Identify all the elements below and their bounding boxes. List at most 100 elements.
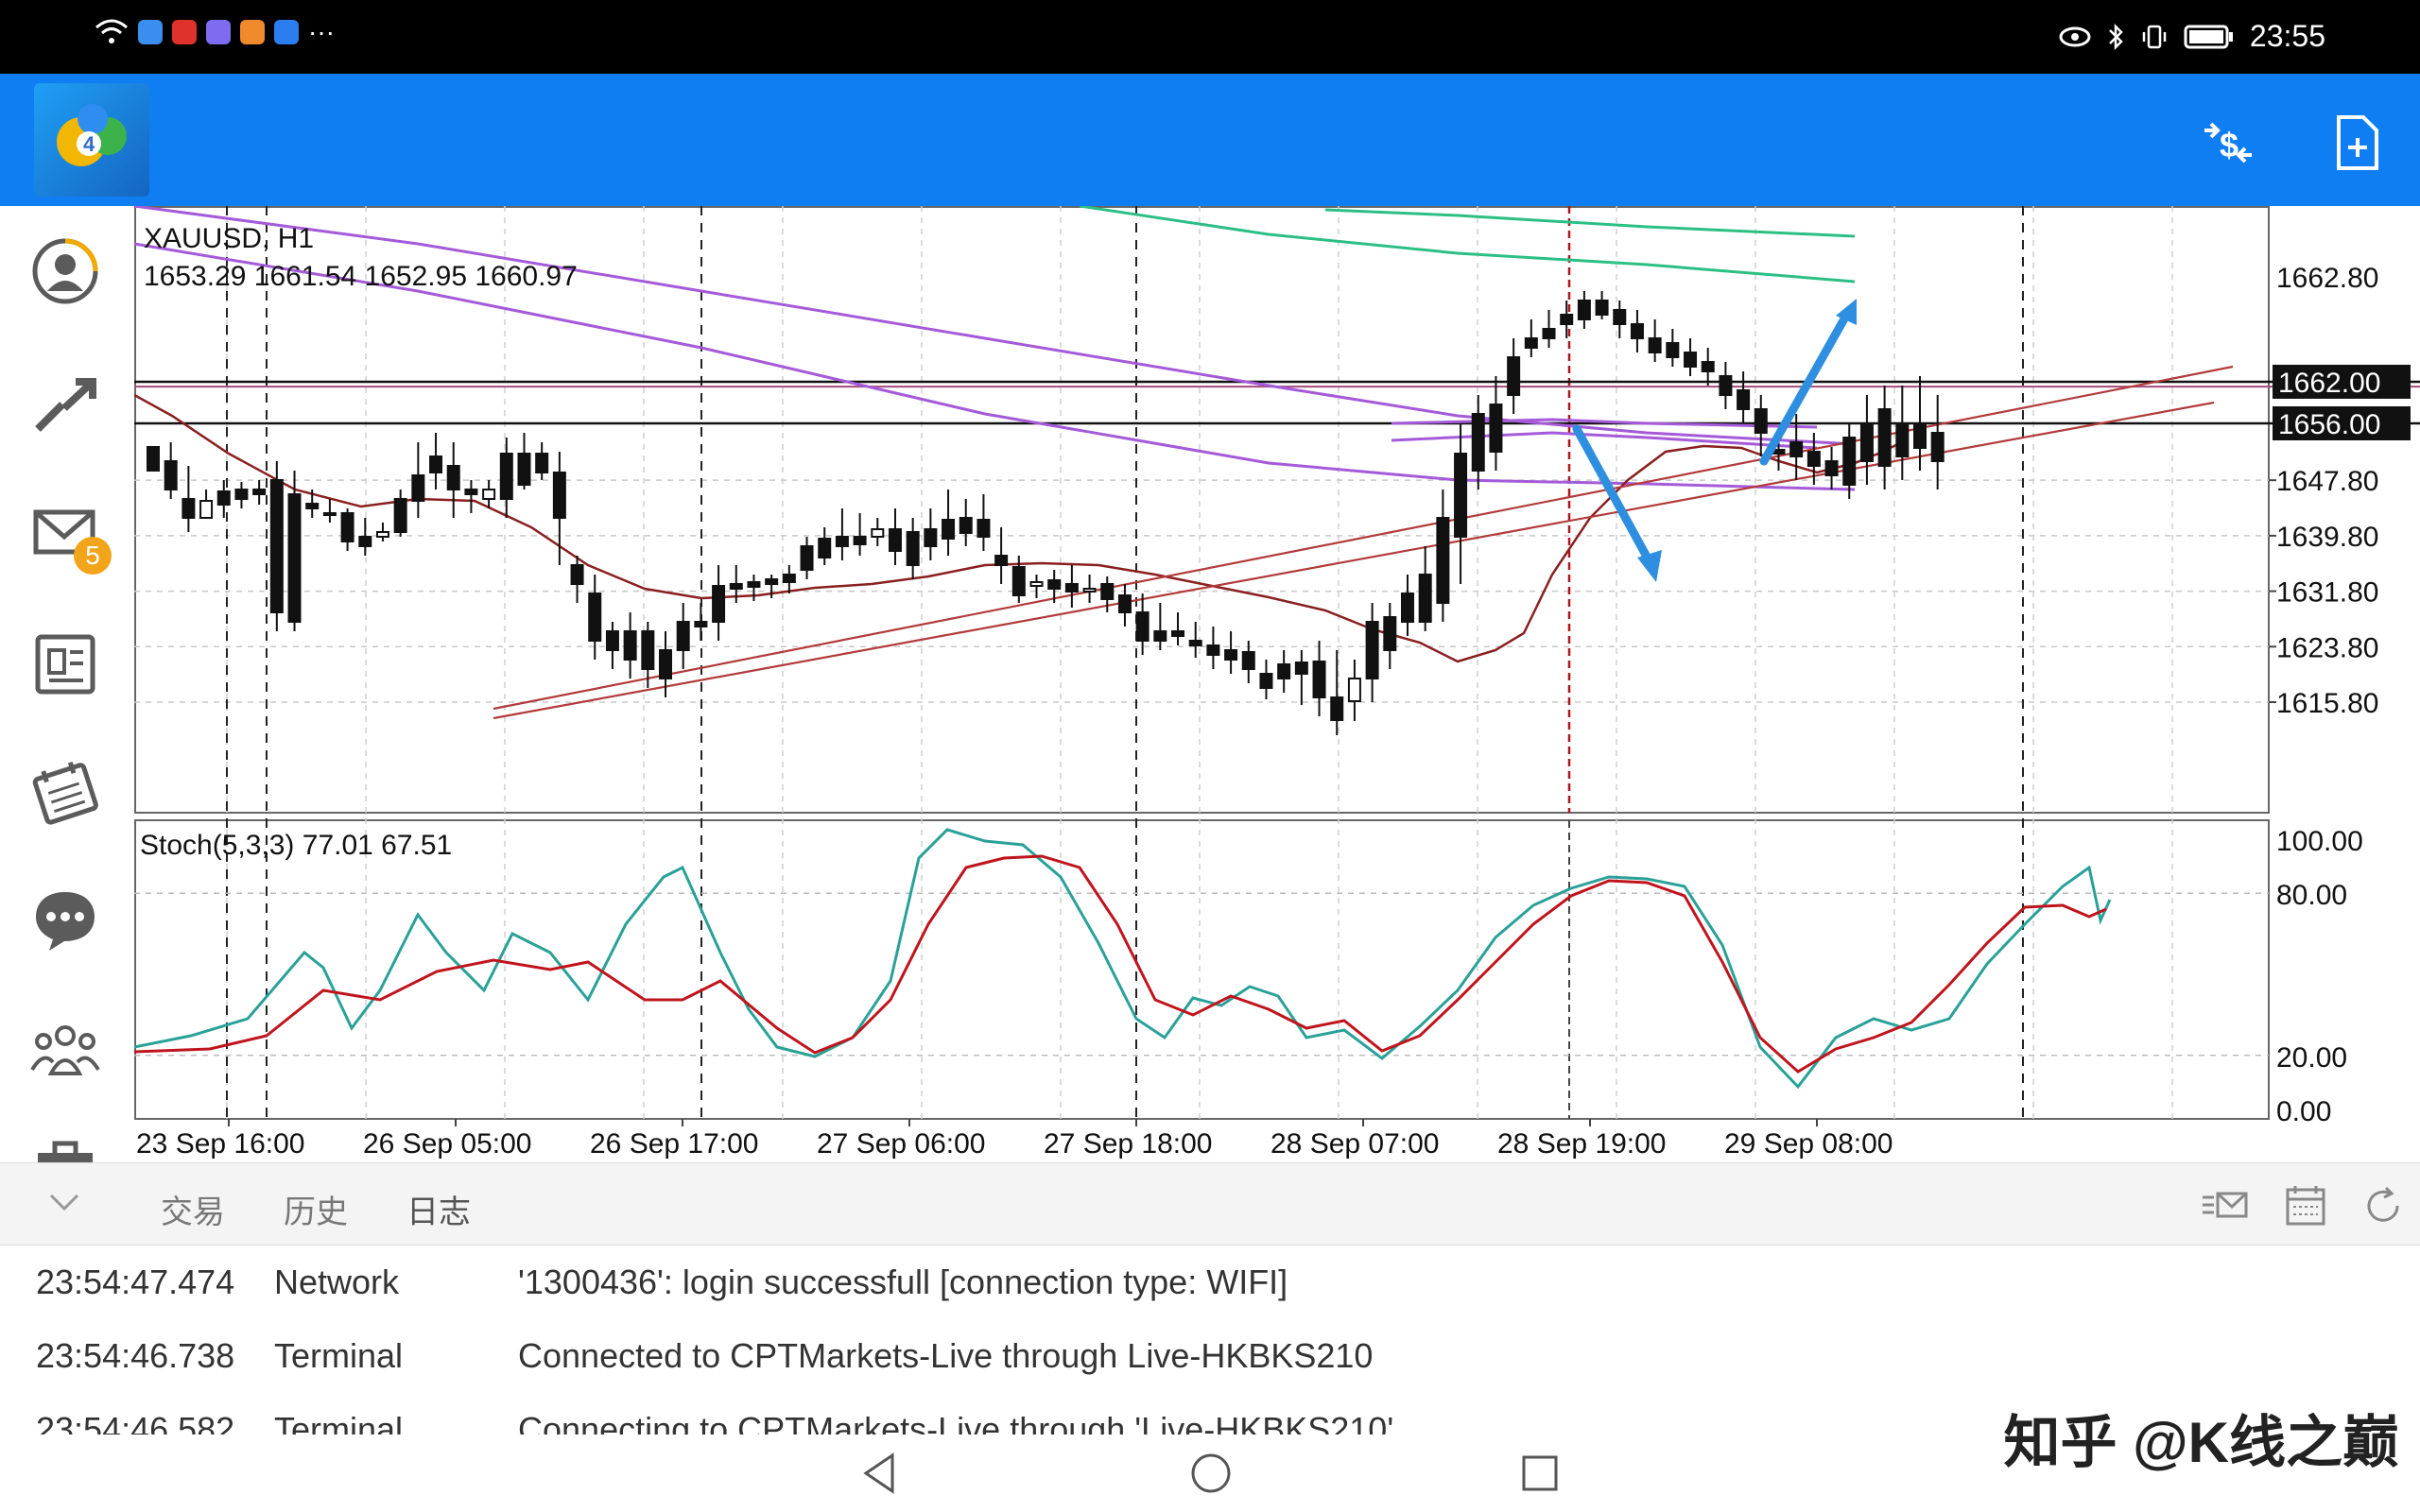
bluetooth-icon	[2109, 23, 2123, 50]
candle-body	[147, 446, 160, 472]
time-axis-label: 27 Sep 18:00	[1044, 1128, 1213, 1160]
tab-history[interactable]: 历史	[284, 1186, 348, 1232]
candle-body	[1754, 408, 1768, 434]
candle-body	[164, 460, 178, 490]
community-icon[interactable]	[30, 1013, 100, 1083]
sidebar: 5	[0, 206, 132, 1162]
candle-body	[1117, 594, 1132, 613]
candle-body	[305, 503, 320, 509]
candle-body	[1224, 649, 1238, 661]
candle-body	[216, 490, 231, 506]
new-order-icon[interactable]	[2324, 110, 2390, 176]
candle-body	[1701, 361, 1715, 372]
candle-body	[712, 585, 726, 623]
music-icon	[206, 20, 231, 44]
chart-area[interactable]: XAUUSD, H1 1653.29 1661.54 1652.95 1660.9…	[133, 204, 2420, 1162]
candle-body	[1913, 422, 1927, 449]
candle-body	[1577, 300, 1591, 320]
stoch-axis-label: 0.00	[2276, 1096, 2331, 1127]
candle-body	[1188, 640, 1202, 646]
candle-body	[1383, 616, 1397, 651]
candle-body	[1824, 460, 1839, 476]
candle-body	[1806, 451, 1821, 467]
candle-body	[446, 465, 460, 490]
candle-body	[1365, 621, 1379, 679]
candle-body	[375, 531, 389, 538]
candle-body	[1666, 342, 1680, 358]
candle-body	[1737, 389, 1751, 410]
time-axis-label: 28 Sep 07:00	[1270, 1128, 1440, 1160]
chat-icon[interactable]	[30, 885, 100, 954]
list-item[interactable]: 23:54:46.738 Terminal Connected to CPTMa…	[0, 1319, 2420, 1393]
back-icon[interactable]	[856, 1450, 904, 1497]
time-axis-label: 29 Sep 08:00	[1724, 1128, 1893, 1160]
candle-body	[464, 489, 478, 495]
candle-body	[411, 474, 425, 502]
toolbox-icon[interactable]	[30, 1136, 100, 1162]
vibrate-icon	[2142, 25, 2167, 48]
candle-body	[1471, 413, 1485, 472]
candle-body	[1259, 673, 1273, 689]
video-icon	[240, 20, 265, 44]
price-tag-label: 1656.00	[2278, 409, 2380, 440]
tab-trade[interactable]: 交易	[161, 1186, 225, 1232]
calendar-log-icon[interactable]	[2282, 1182, 2329, 1229]
collapse-chevron-icon[interactable]	[45, 1188, 83, 1216]
tab-journal[interactable]: 日志	[406, 1186, 471, 1232]
candle-body	[1171, 630, 1185, 637]
stoch-axis-label: 100.00	[2276, 826, 2363, 857]
candle-body	[1029, 581, 1044, 587]
candle-body	[800, 545, 814, 571]
more-notifications: ···	[308, 17, 335, 46]
refresh-icon[interactable]	[2360, 1182, 2407, 1229]
battery-icon	[2184, 25, 2233, 48]
candle-body	[1630, 323, 1644, 339]
candle-body	[252, 489, 267, 495]
candle-body	[1895, 422, 1910, 457]
candle-body	[234, 489, 249, 500]
watermark: 知乎 @K线之巅	[2003, 1411, 2399, 1474]
list-item[interactable]: 23:54:47.474 Network '1300436': login su…	[0, 1246, 2420, 1319]
candle-body	[1206, 644, 1220, 656]
recent-apps-icon[interactable]	[1516, 1450, 1564, 1497]
candle-body	[818, 538, 832, 558]
candle-body	[1859, 422, 1874, 462]
candle-body	[1330, 696, 1344, 721]
candle-body	[694, 621, 708, 627]
price-chart[interactable]: XAUUSD, H1 1653.29 1661.54 1652.95 1660.9…	[133, 204, 2420, 1162]
log-source: Terminal	[274, 1336, 404, 1375]
candle-body	[1400, 593, 1414, 623]
metatrader-logo[interactable]: 4	[34, 83, 149, 197]
candle-body	[906, 531, 920, 566]
candle-body	[1489, 404, 1503, 453]
news-icon[interactable]	[30, 629, 100, 699]
home-icon[interactable]	[1187, 1450, 1235, 1497]
calendar-icon[interactable]	[30, 758, 100, 828]
price-axis-label: 1615.80	[2276, 688, 2378, 719]
mail-log-icon[interactable]	[2201, 1182, 2248, 1229]
eye-icon	[2059, 26, 2091, 46]
cloud-icon	[138, 20, 163, 44]
candle-body	[782, 574, 796, 583]
mail-badge-count: 5	[85, 541, 100, 570]
candle-body	[517, 453, 531, 486]
price-axis-label: 1647.80	[2276, 466, 2378, 497]
app-bar: 4 $	[0, 74, 2420, 206]
candle-body	[1135, 611, 1150, 642]
account-icon[interactable]	[30, 236, 100, 306]
log-source: Terminal	[274, 1410, 404, 1435]
candle-body	[1347, 678, 1361, 702]
candle-body	[499, 453, 513, 500]
price-axis-label: 1623.80	[2276, 632, 2378, 663]
candle-body	[1153, 630, 1167, 642]
candle-body	[358, 536, 372, 547]
one-click-trading-icon[interactable]: $	[2195, 110, 2261, 176]
candle-body	[1542, 328, 1556, 339]
candle-body	[1648, 337, 1662, 353]
candle-body	[482, 489, 496, 500]
trade-icon[interactable]	[30, 372, 100, 442]
stoch-axis-label: 20.00	[2276, 1042, 2347, 1074]
candle-body	[1789, 441, 1804, 457]
time-axis-label: 26 Sep 17:00	[590, 1128, 759, 1160]
candle-body	[1047, 579, 1062, 590]
